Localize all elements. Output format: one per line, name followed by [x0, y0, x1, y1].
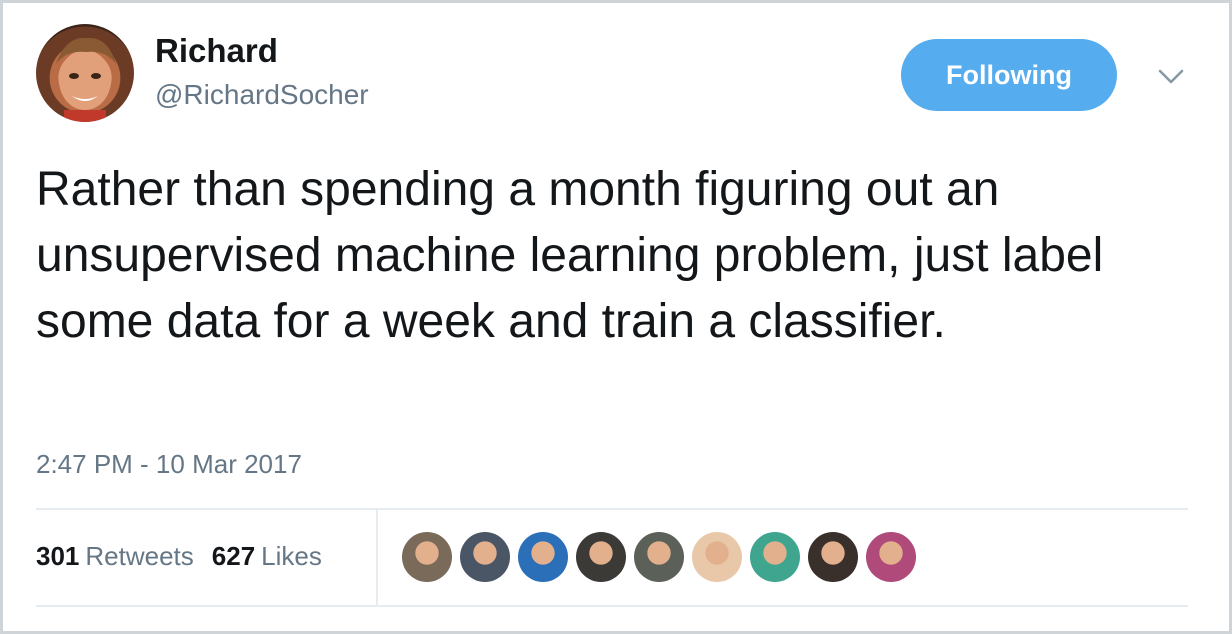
retweets-stat[interactable]: 301 Retweets — [36, 541, 194, 571]
retweets-label: Retweets — [85, 541, 194, 571]
liker-avatar[interactable] — [576, 532, 626, 582]
likes-count: 627 — [211, 541, 256, 571]
likes-stat[interactable]: 627 Likes — [212, 541, 322, 571]
user-handle[interactable]: @RichardSocher — [155, 79, 369, 111]
tweet-card: Richard @RichardSocher Following Rather … — [0, 0, 1232, 634]
retweets-count: 301 — [36, 541, 80, 571]
liker-avatar[interactable] — [692, 532, 742, 582]
liker-avatar[interactable] — [402, 532, 452, 582]
avatar[interactable] — [36, 24, 134, 122]
divider — [36, 508, 1188, 510]
liker-avatar[interactable] — [460, 532, 510, 582]
tweet-timestamp[interactable]: 2:47 PM - 10 Mar 2017 — [36, 449, 302, 479]
chevron-down-icon[interactable] — [1155, 65, 1187, 89]
liker-avatar[interactable] — [518, 532, 568, 582]
liker-avatar[interactable] — [866, 532, 916, 582]
tweet-stats: 301 Retweets 627 Likes — [36, 541, 340, 571]
avatar-face-icon — [56, 37, 116, 122]
tweet-text: Rather than spending a month figuring ou… — [36, 163, 1104, 348]
liker-avatar[interactable] — [750, 532, 800, 582]
following-button[interactable]: Following — [901, 39, 1117, 111]
liker-avatar[interactable] — [808, 532, 858, 582]
divider — [376, 509, 378, 606]
likes-label: Likes — [261, 541, 322, 571]
liker-avatars — [402, 532, 924, 584]
divider — [36, 605, 1188, 607]
user-name[interactable]: Richard — [155, 33, 278, 69]
liker-avatar[interactable] — [634, 532, 684, 582]
